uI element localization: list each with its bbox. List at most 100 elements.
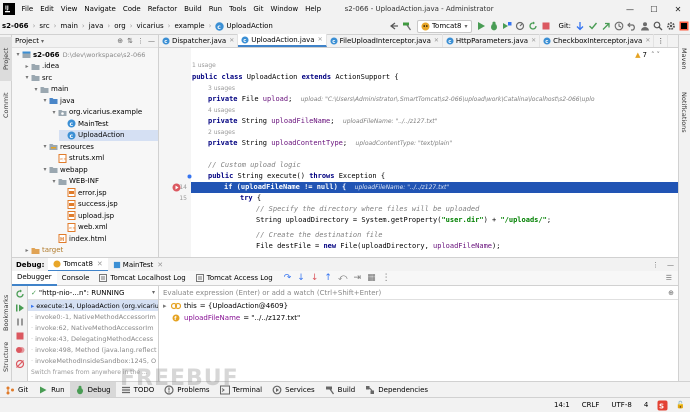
git-update-icon[interactable] [573, 20, 586, 33]
mute-breakpoints-icon[interactable] [15, 359, 25, 369]
menu-navigate[interactable]: Navigate [81, 0, 119, 18]
tree-node-s2-066[interactable]: ▾ s2-066 D:\dev\workspace\s2-066 [14, 49, 145, 61]
expand-arrow-icon[interactable]: ▾ [14, 51, 22, 58]
structure-tool-tab[interactable]: Structure [0, 337, 12, 377]
commit-tool-tab[interactable]: Commit [0, 83, 12, 127]
back-arrow-icon[interactable] [388, 20, 401, 33]
line-separator[interactable]: CRLF [576, 401, 606, 409]
editor-tab-fileuploadinterceptor-java[interactable]: c FileUploadInterceptor.java ✕ [327, 34, 443, 47]
close-icon[interactable]: ✕ [97, 260, 103, 268]
code-area[interactable]: 1 usage public class UploadAction extend… [159, 48, 678, 257]
breadcrumb-vicarius[interactable]: vicarius [135, 22, 166, 30]
expand-arrow-icon[interactable]: ▾ [41, 143, 49, 150]
menu-file[interactable]: File [18, 0, 37, 18]
close-tab-icon[interactable]: ✕ [318, 36, 323, 43]
tool-button-dependencies[interactable]: Dependencies [360, 382, 433, 398]
menu-help[interactable]: Help [302, 0, 325, 18]
trace-icon[interactable]: ⋮ [382, 273, 391, 283]
tree-node-java[interactable]: ▾ java [41, 95, 74, 107]
menu-git[interactable]: Git [250, 0, 267, 18]
stop-icon[interactable] [15, 331, 25, 341]
menu-view[interactable]: View [57, 0, 81, 18]
file-encoding[interactable]: UTF-8 [605, 401, 637, 409]
lock-icon[interactable]: 🔓 [671, 401, 690, 409]
tree-node-resources[interactable]: ▾ resources [41, 141, 93, 153]
tree-node-index-html[interactable]: Hindex.html [50, 233, 106, 245]
menu-run[interactable]: Run [205, 0, 225, 18]
history-icon[interactable] [612, 20, 625, 33]
run-to-cursor-icon[interactable]: ⇥ [354, 273, 362, 283]
editor-tab-httpparameters-java[interactable]: c HttpParameters.java ✕ [443, 34, 541, 47]
locate-icon[interactable]: ⊕ [117, 37, 123, 45]
drop-frame-icon[interactable]: ⤺ [338, 273, 348, 283]
tool-button-git[interactable]: Git [0, 382, 33, 398]
tree-node-web-inf[interactable]: ▾ WEB-INF [50, 176, 99, 188]
panel-options-icon[interactable]: ⋮ [648, 261, 663, 269]
tab-console[interactable]: Console [57, 271, 95, 286]
notifications-tool-tab[interactable]: Notifications [678, 83, 690, 141]
editor-tab-checkboxinterceptor-java[interactable]: c CheckboxInterceptor.java ✕ [540, 34, 655, 47]
menu-code[interactable]: Code [119, 0, 144, 18]
breadcrumb-org[interactable]: org [112, 22, 127, 30]
menu-window[interactable]: Window [267, 0, 302, 18]
tree-node-upload-jsp[interactable]: upload.jsp [59, 210, 114, 222]
chevron-down-icon[interactable]: ▾ [41, 38, 44, 45]
tool-button-debug[interactable]: Debug [69, 381, 116, 398]
tree-node-success-jsp[interactable]: success.jsp [59, 199, 118, 211]
tree-node-main[interactable]: ▾ main [32, 84, 68, 96]
stack-frame[interactable]: · invoke:62, NativeMethodAccessorIm [28, 322, 158, 333]
collapse-arrow-icon[interactable]: ▸ [23, 247, 31, 254]
stop-icon[interactable] [540, 20, 553, 33]
user-icon[interactable] [638, 20, 651, 33]
jetbrains-logo-icon[interactable] [677, 20, 690, 33]
breadcrumb-uploadaction[interactable]: c UploadAction [213, 21, 274, 31]
rerun-icon[interactable] [527, 20, 540, 33]
tab-tomcat-access-log[interactable]: Tomcat Access Log [191, 271, 278, 286]
close-window-button[interactable]: ✕ [666, 0, 690, 18]
cursor-position[interactable]: 14:1 [548, 401, 576, 409]
tab-debugger[interactable]: Debugger [12, 270, 57, 286]
close-tab-icon[interactable]: ✕ [434, 37, 439, 44]
expand-arrow-icon[interactable]: ▾ [23, 74, 31, 81]
session-tab-tomcat8[interactable]: Tomcat8 ✕ [48, 257, 108, 272]
breakpoint-icon[interactable] [172, 183, 181, 192]
menu-tools[interactable]: Tools [226, 0, 250, 18]
tree-node-maintest[interactable]: c MainTest [59, 118, 109, 130]
settings-gear-icon[interactable] [664, 20, 677, 33]
tree-node-error-jsp[interactable]: error.jsp [59, 187, 107, 199]
minimize-button[interactable]: — [618, 0, 642, 18]
layout-settings-icon[interactable]: ☰ [660, 274, 678, 282]
tree-node-uploadaction[interactable]: c UploadAction [59, 129, 158, 141]
git-commit-icon[interactable] [586, 20, 599, 33]
step-into-icon[interactable]: ↓ [297, 273, 305, 283]
resume-icon[interactable] [15, 303, 25, 313]
expand-arrow-icon[interactable]: ▾ [32, 86, 40, 93]
close-tab-icon[interactable]: ✕ [531, 37, 536, 44]
profile-icon[interactable] [514, 20, 527, 33]
close-icon[interactable]: ✕ [157, 261, 163, 269]
run-icon[interactable] [475, 20, 488, 33]
indent-setting[interactable]: 4 [638, 401, 654, 409]
maximize-button[interactable]: ☐ [642, 0, 666, 18]
variable-row[interactable]: ▸ this = {UploadAction@4609} [159, 300, 678, 312]
session-tab-maintest[interactable]: MainTest ✕ [108, 258, 168, 272]
tree-node-target[interactable]: ▸ target [23, 245, 63, 257]
tool-button-run[interactable]: Run [33, 382, 69, 398]
stack-frame[interactable]: · invoke:498, Method (java.lang.reflect [28, 344, 158, 355]
view-breakpoints-icon[interactable] [15, 345, 25, 355]
tool-button-build[interactable]: Build [320, 382, 361, 398]
ime-icon[interactable]: S [654, 400, 671, 411]
step-out-icon[interactable]: ↑ [324, 273, 332, 283]
breadcrumb-src[interactable]: src [37, 22, 51, 30]
expand-arrow-icon[interactable]: ▾ [50, 178, 58, 185]
search-icon[interactable] [651, 20, 664, 33]
expand-arrow-icon[interactable]: ▾ [41, 97, 49, 104]
tree-node--idea[interactable]: ▸ .idea [23, 61, 59, 73]
panel-options-icon[interactable]: ⋮ [137, 37, 144, 45]
stack-frame[interactable]: ▸ execute:14, UploadAction (org.vicarius [28, 300, 158, 311]
coverage-icon[interactable] [501, 20, 514, 33]
expand-arrow-icon[interactable]: ▾ [50, 109, 58, 116]
method-run-icon[interactable] [187, 174, 192, 179]
step-over-icon[interactable]: ↷ [284, 273, 292, 283]
menu-refactor[interactable]: Refactor [144, 0, 180, 18]
